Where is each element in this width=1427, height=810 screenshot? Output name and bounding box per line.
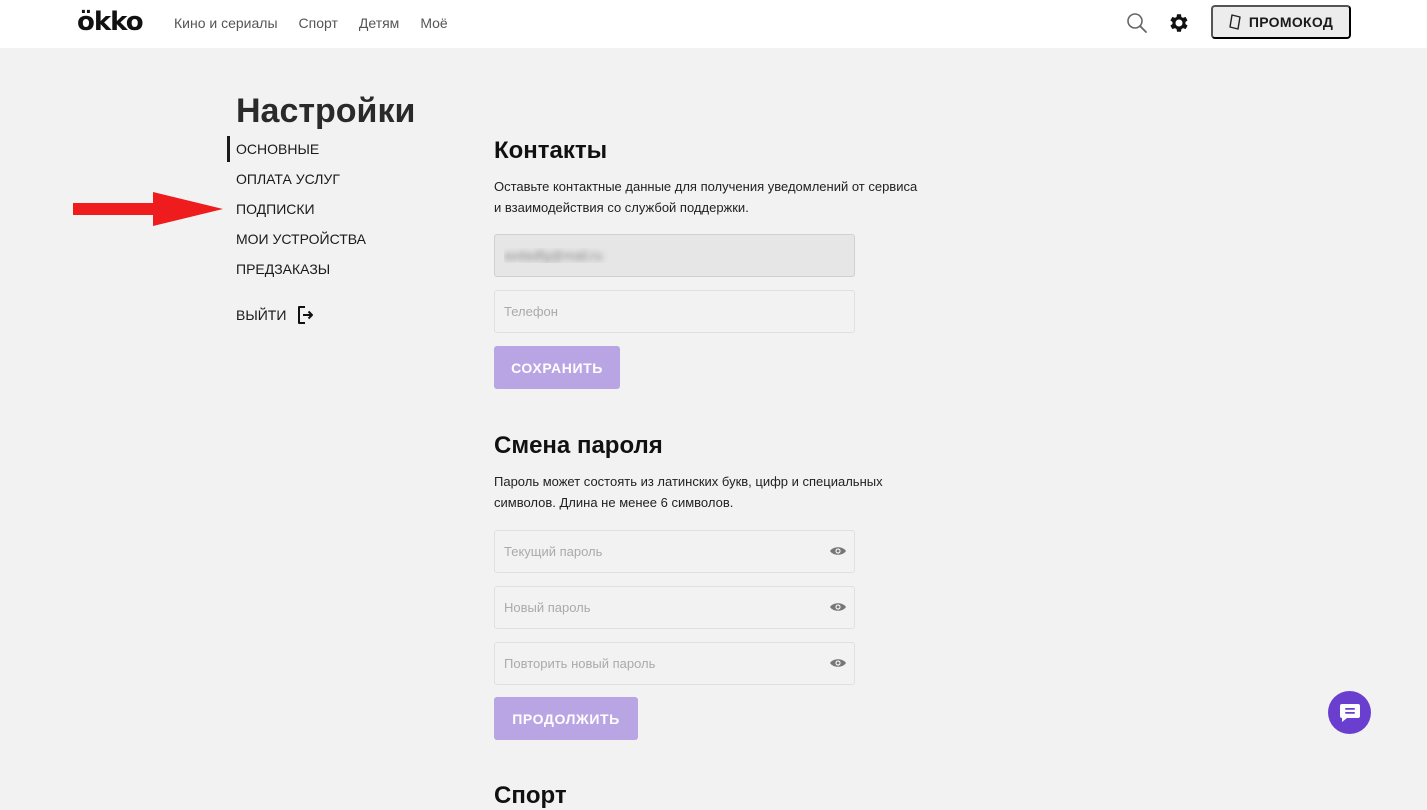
phone-field[interactable] bbox=[494, 290, 855, 333]
main-nav: Кино и сериалы Спорт Детям Моё bbox=[174, 15, 469, 31]
sidebar-item-devices[interactable]: МОИ УСТРОЙСТВА bbox=[236, 228, 436, 258]
sidebar-item-payment[interactable]: ОПЛАТА УСЛУГ bbox=[236, 168, 436, 198]
sidebar-item-preorders[interactable]: ПРЕДЗАКАЗЫ bbox=[236, 258, 436, 288]
logout-icon bbox=[298, 306, 314, 324]
password-title: Смена пароля bbox=[494, 432, 663, 459]
contacts-description-line1: Оставьте контактные данные для получения… bbox=[494, 179, 918, 194]
search-icon[interactable] bbox=[1126, 12, 1148, 34]
nav-item-kids[interactable]: Детям bbox=[359, 15, 399, 31]
sidebar-item-subscriptions[interactable]: ПОДПИСКИ bbox=[236, 198, 436, 228]
support-chat-button[interactable] bbox=[1328, 691, 1371, 734]
nav-item-movies[interactable]: Кино и сериалы bbox=[174, 15, 278, 31]
sidebar-item-general[interactable]: ОСНОВНЫЕ bbox=[227, 136, 436, 168]
logout-button[interactable]: ВЫЙТИ bbox=[236, 305, 314, 325]
annotation-arrow-icon bbox=[73, 192, 223, 226]
okko-logo[interactable]: ökko bbox=[77, 7, 144, 37]
contacts-title: Контакты bbox=[494, 137, 608, 164]
password-description: Пароль может состоять из латинских букв,… bbox=[494, 471, 974, 513]
eye-icon[interactable] bbox=[829, 657, 847, 669]
current-password-field[interactable] bbox=[494, 530, 855, 573]
password-description-line2: символов. Длина не менее 6 символов. bbox=[494, 495, 734, 510]
promo-code-label: ПРОМОКОД bbox=[1248, 14, 1334, 30]
nav-item-mine[interactable]: Моё bbox=[420, 15, 447, 31]
eye-icon[interactable] bbox=[829, 601, 847, 613]
eye-icon[interactable] bbox=[829, 545, 847, 557]
contacts-description: Оставьте контактные данные для получения… bbox=[494, 176, 974, 218]
settings-menu: ОСНОВНЫЕ ОПЛАТА УСЛУГ ПОДПИСКИ МОИ УСТРО… bbox=[227, 136, 436, 288]
repeat-password-field[interactable] bbox=[494, 642, 855, 685]
promo-ticket-icon bbox=[1229, 14, 1241, 30]
gear-icon[interactable] bbox=[1167, 11, 1191, 35]
email-field[interactable] bbox=[494, 234, 855, 277]
promo-code-button[interactable]: ПРОМОКОД bbox=[1211, 5, 1351, 39]
logout-label: ВЫЙТИ bbox=[236, 307, 287, 323]
password-description-line1: Пароль может состоять из латинских букв,… bbox=[494, 474, 883, 489]
sport-title: Спорт bbox=[494, 782, 567, 809]
page-title: Настройки bbox=[236, 92, 416, 130]
continue-button[interactable]: ПРОДОЛЖИТЬ bbox=[494, 697, 638, 740]
top-bar: ökko Кино и сериалы Спорт Детям Моё ПРОМ… bbox=[0, 0, 1427, 48]
new-password-field[interactable] bbox=[494, 586, 855, 629]
save-button[interactable]: СОХРАНИТЬ bbox=[494, 346, 620, 389]
chat-icon bbox=[1339, 703, 1360, 722]
contacts-description-line2: и взаимодействия со службой поддержки. bbox=[494, 200, 749, 215]
nav-item-sport[interactable]: Спорт bbox=[299, 15, 338, 31]
